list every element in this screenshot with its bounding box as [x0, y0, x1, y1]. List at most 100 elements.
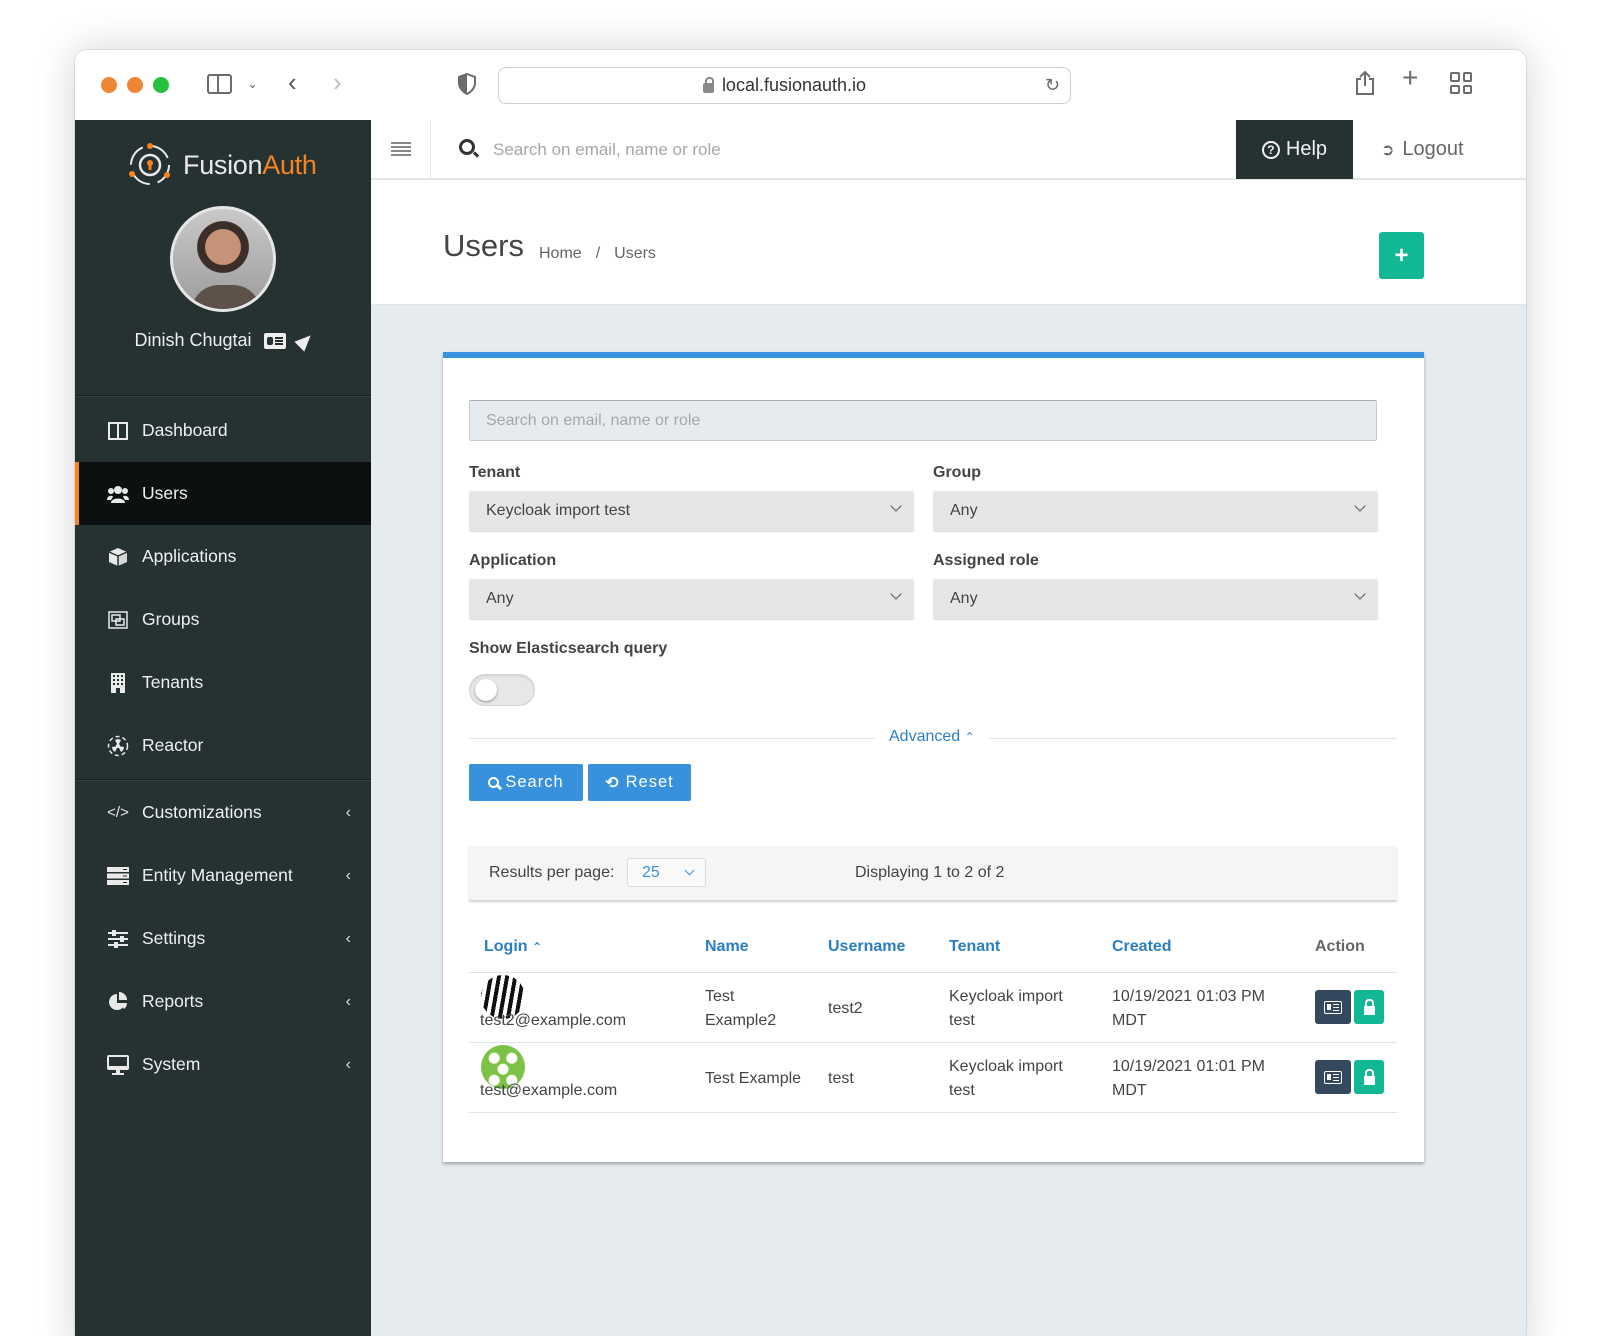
sidebar-item-reactor[interactable]: Reactor	[75, 714, 371, 777]
group-select[interactable]: Any	[933, 491, 1378, 531]
profile-name[interactable]: Dinish Chugtai	[134, 330, 251, 351]
sidebar-item-label: System	[142, 1054, 201, 1074]
cell-login[interactable]: test2@example.com	[480, 1009, 626, 1033]
chevron-down-icon	[1354, 500, 1366, 512]
sidebar-item-system[interactable]: System ‹	[75, 1033, 371, 1096]
chevron-down-icon	[684, 865, 695, 876]
cell-name: Test Example	[705, 1070, 802, 1087]
profile-line: Dinish Chugtai	[75, 329, 371, 352]
location-arrow-icon[interactable]	[293, 329, 316, 352]
sidebar-item-entity-management[interactable]: Entity Management ‹	[75, 844, 371, 907]
sidebar-item-label: Users	[142, 483, 188, 503]
sidebar-item-dashboard[interactable]: Dashboard	[75, 399, 371, 462]
window-maximize-button[interactable]	[153, 77, 169, 93]
breadcrumb-home[interactable]: Home	[539, 245, 582, 263]
profile-avatar[interactable]	[170, 206, 276, 312]
tenant-label: Tenant	[469, 464, 521, 481]
sidebar-item-settings[interactable]: Settings ‹	[75, 907, 371, 970]
column-header-tenant[interactable]: Tenant	[949, 938, 1000, 956]
sidebar-item-label: Applications	[142, 546, 237, 566]
global-search-input[interactable]	[493, 136, 1193, 164]
sidebar-item-tenants[interactable]: Tenants	[75, 651, 371, 714]
back-icon[interactable]: ‹	[288, 69, 297, 95]
add-user-button[interactable]: +	[1379, 232, 1424, 279]
fusionauth-logo[interactable]: FusionAuth	[127, 142, 317, 188]
sidebar-item-label: Reactor	[142, 735, 204, 755]
object-group-icon	[107, 609, 129, 631]
sidebar-item-label: Groups	[142, 609, 200, 629]
user-search-input[interactable]	[469, 400, 1377, 441]
table-row[interactable]: test@example.com Test Example test Keycl…	[469, 1043, 1397, 1113]
reload-icon[interactable]: ↻	[1045, 75, 1060, 96]
undo-icon: ⟲	[605, 774, 620, 792]
column-header-login[interactable]: Login ⌃	[484, 938, 542, 956]
column-header-action: Action	[1315, 938, 1365, 955]
page-header: Users Home / Users +	[371, 181, 1526, 305]
address-bar[interactable]: local.fusionauth.io ↻	[498, 67, 1071, 104]
table-row[interactable]: test2@example.com Test Example2 test2 Key…	[469, 973, 1397, 1043]
column-header-created[interactable]: Created	[1112, 938, 1172, 956]
group-select-value: Any	[950, 502, 978, 519]
column-header-name[interactable]: Name	[705, 938, 749, 956]
application-select[interactable]: Any	[469, 579, 914, 619]
breadcrumb-separator: /	[595, 245, 601, 262]
sidebar-item-label: Customizations	[142, 802, 262, 822]
es-query-toggle[interactable]	[469, 674, 535, 706]
tenant-select[interactable]: Keycloak import test	[469, 491, 914, 531]
chevron-left-icon: ‹	[345, 929, 351, 947]
cell-tenant: Keycloak import test	[949, 988, 1063, 1029]
window-minimize-button[interactable]	[127, 77, 143, 93]
lock-user-button[interactable]	[1354, 990, 1384, 1024]
column-header-username[interactable]: Username	[828, 938, 905, 956]
cell-username: test2	[828, 1000, 863, 1017]
id-card-icon	[1324, 1000, 1342, 1014]
lock-icon	[702, 76, 714, 93]
tab-overview-icon[interactable]	[1450, 72, 1472, 94]
reset-button[interactable]: ⟲ Reset	[588, 764, 691, 801]
chevron-down-icon[interactable]: ⌄	[247, 74, 258, 94]
assigned-role-label: Assigned role	[933, 552, 1039, 569]
window-close-button[interactable]	[101, 77, 117, 93]
desktop-icon	[107, 1054, 129, 1076]
sidebar-item-reports[interactable]: Reports ‹	[75, 970, 371, 1033]
sidebar-toggle-icon[interactable]	[207, 74, 232, 94]
view-user-button[interactable]	[1315, 1060, 1351, 1094]
logout-button[interactable]: ➲ Logout	[1381, 120, 1464, 179]
advanced-toggle-link[interactable]: Advanced ⌃	[889, 728, 975, 746]
chevron-left-icon: ‹	[345, 803, 351, 821]
search-button[interactable]: Search	[469, 764, 583, 801]
view-user-button[interactable]	[1315, 990, 1351, 1024]
privacy-shield-icon[interactable]	[458, 72, 476, 96]
help-label: Help	[1285, 138, 1328, 160]
sidebar-divider	[75, 395, 371, 397]
sidebar-item-groups[interactable]: Groups	[75, 588, 371, 651]
cell-login[interactable]: test@example.com	[480, 1079, 617, 1103]
forward-icon[interactable]: ›	[333, 69, 342, 95]
new-tab-icon[interactable]: +	[1402, 64, 1418, 92]
sidebar-item-applications[interactable]: Applications	[75, 525, 371, 588]
cube-icon	[107, 546, 129, 568]
id-card-icon[interactable]	[263, 332, 286, 349]
sidebar-item-users[interactable]: Users	[75, 462, 371, 525]
code-icon: </>	[107, 804, 129, 821]
assigned-role-select[interactable]: Any	[933, 579, 1378, 619]
display-count: Displaying 1 to 2 of 2	[855, 864, 1005, 881]
sidebar: FusionAuth Dinish Chugtai Dashboard User…	[75, 120, 371, 1336]
sidebar-item-customizations[interactable]: </> Customizations ‹	[75, 781, 371, 844]
lock-user-button[interactable]	[1354, 1060, 1384, 1094]
reset-button-label: Reset	[625, 773, 674, 791]
help-button[interactable]: ? Help	[1236, 120, 1353, 179]
url-text: local.fusionauth.io	[721, 75, 867, 95]
brand-name: FusionAuth	[183, 149, 317, 180]
page-title: Users	[443, 228, 524, 263]
sidebar-item-label: Entity Management	[142, 865, 293, 885]
assigned-role-select-value: Any	[950, 590, 978, 607]
es-query-label: Show Elasticsearch query	[469, 640, 668, 657]
unlock-icon	[1363, 998, 1375, 1015]
browser-toolbar: ⌄ ‹ › local.fusionauth.io ↻ +	[75, 50, 1526, 121]
share-icon[interactable]	[1355, 70, 1375, 100]
top-bar: ? Help ➲ Logout	[371, 120, 1526, 180]
menu-toggle-button[interactable]	[371, 120, 431, 178]
results-per-page-select[interactable]: 25	[627, 858, 706, 887]
sidebar-item-label: Settings	[142, 928, 206, 948]
